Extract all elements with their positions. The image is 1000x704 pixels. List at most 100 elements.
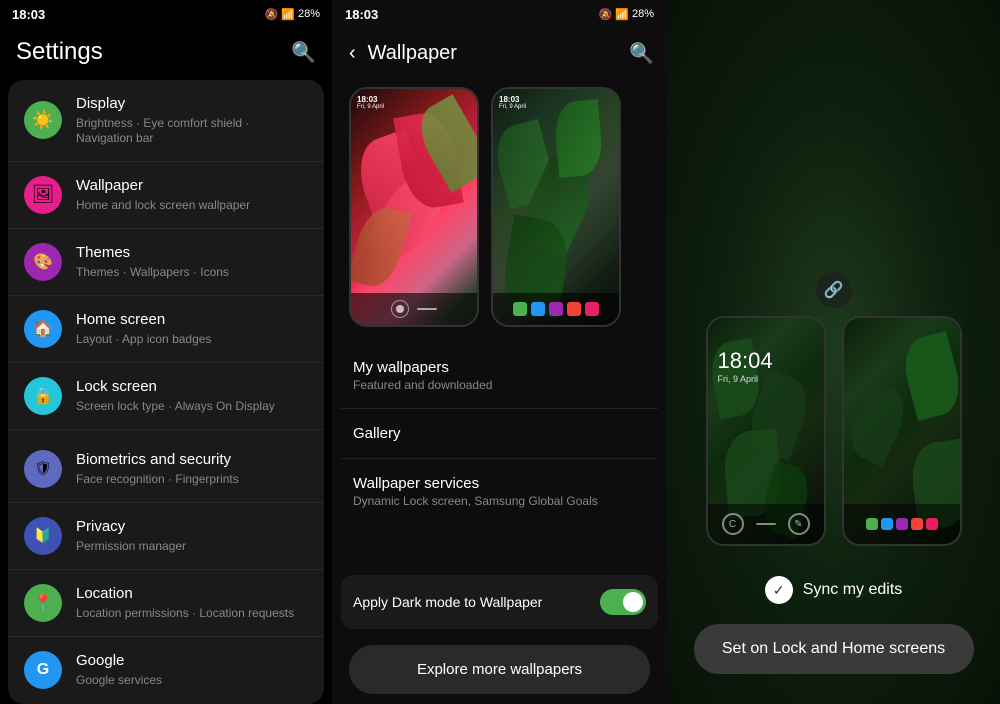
settings-item-location[interactable]: 📍 Location Location permissions · Locati…: [8, 570, 324, 637]
status-time-1: 18:03: [12, 7, 45, 22]
set-screens-button[interactable]: Set on Lock and Home screens: [694, 624, 974, 674]
phone-preview-lock[interactable]: 18:03 Fri, 9 April: [349, 87, 479, 327]
settings-text-wallpaper: Wallpaper Home and lock screen wallpaper: [76, 176, 308, 213]
settings-list: ☀️ Display Brightness · Eye comfort shie…: [8, 80, 324, 704]
sync-label: Sync my edits: [803, 581, 903, 599]
wallpaper-title-label: Wallpaper: [76, 176, 308, 196]
dark-mode-label: Apply Dark mode to Wallpaper: [353, 594, 542, 610]
biometrics-icon: 🛡: [24, 450, 62, 488]
preview-lock-info: 18:04 Fri, 9 April: [718, 348, 773, 384]
preview-phone-lock[interactable]: 18:04 Fri, 9 April C ✎: [706, 316, 826, 546]
preview-phone-bottom-lock: C ✎: [708, 504, 824, 544]
home-app-icon-1: [866, 518, 878, 530]
battery-label: 28%: [298, 8, 320, 20]
nav-dot: [396, 305, 404, 313]
wallpaper-panel: 18:03 🔕 📶 28% ‹ Wallpaper 🔍 18:: [333, 0, 667, 704]
phone-time-1: 18:03 Fri, 9 April: [357, 95, 384, 110]
toggle-knob: [623, 592, 643, 612]
preview-edit-icon: ✎: [788, 513, 810, 535]
settings-title: Settings: [16, 38, 103, 66]
preview-phone-home[interactable]: [842, 316, 962, 546]
mute-icon-2: 🔕: [599, 8, 613, 21]
wallpaper-services-sub: Dynamic Lock screen, Samsung Global Goal…: [353, 494, 646, 508]
settings-item-home-screen[interactable]: 🏠 Home screen Layout · App icon badges: [8, 296, 324, 363]
settings-panel: 18:03 🔕 📶 28% Settings 🔍 ☀️ Display Brig…: [0, 0, 333, 704]
phone-status-1: 18:03 Fri, 9 April: [357, 95, 471, 110]
display-icon: ☀️: [24, 101, 62, 139]
settings-text-location: Location Location permissions · Location…: [76, 584, 308, 621]
themes-sub: Themes · Wallpapers · Icons: [76, 265, 308, 281]
my-wallpapers-option[interactable]: My wallpapers Featured and downloaded: [341, 343, 658, 409]
gallery-option[interactable]: Gallery: [341, 409, 658, 459]
dark-mode-row: Apply Dark mode to Wallpaper: [341, 575, 658, 629]
dark-mode-toggle[interactable]: [600, 589, 646, 615]
wallpaper-search-button[interactable]: 🔍: [629, 41, 654, 66]
biometrics-title: Biometrics and security: [76, 450, 308, 470]
preview-lock-time: 18:04: [718, 348, 773, 374]
app-icon-3: [549, 302, 563, 316]
settings-item-wallpaper[interactable]: 🖼 Wallpaper Home and lock screen wallpap…: [8, 162, 324, 229]
settings-item-google[interactable]: G Google Google services: [8, 637, 324, 703]
app-icon-1: [513, 302, 527, 316]
phone-preview-lock-inner: 18:03 Fri, 9 April: [351, 89, 477, 325]
status-time-2: 18:03: [345, 7, 378, 22]
status-bar-2: 18:03 🔕 📶 28%: [333, 0, 666, 28]
sync-check-icon: ✓: [765, 576, 793, 604]
settings-item-lock-screen[interactable]: 🔒 Lock screen Screen lock type · Always …: [8, 363, 324, 430]
home-app-icon-4: [911, 518, 923, 530]
display-sub: Brightness · Eye comfort shield · Naviga…: [76, 116, 308, 147]
settings-item-display[interactable]: ☀️ Display Brightness · Eye comfort shie…: [8, 80, 324, 162]
settings-item-themes[interactable]: 🎨 Themes Themes · Wallpapers · Icons: [8, 229, 324, 296]
settings-item-privacy[interactable]: 🔰 Privacy Permission manager: [8, 503, 324, 570]
phone-bottom-1: [351, 293, 477, 325]
gallery-label: Gallery: [353, 425, 646, 442]
settings-item-biometrics[interactable]: 🛡 Biometrics and security Face recogniti…: [8, 436, 324, 503]
settings-header: Settings 🔍: [0, 28, 332, 80]
settings-text-home: Home screen Layout · App icon badges: [76, 310, 308, 347]
my-wallpapers-label: My wallpapers: [353, 359, 646, 376]
wifi-icon: 📶: [281, 8, 295, 21]
home-app-icon-3: [896, 518, 908, 530]
preview-phones-container: 18:04 Fri, 9 April C ✎: [706, 316, 962, 546]
cam-symbol: C: [729, 519, 736, 530]
wallpaper-services-option[interactable]: Wallpaper services Dynamic Lock screen, …: [341, 459, 658, 524]
back-button[interactable]: ‹: [345, 38, 360, 69]
wallpaper-services-label: Wallpaper services: [353, 475, 646, 492]
status-bar-1: 18:03 🔕 📶 28%: [0, 0, 332, 28]
bottom-nav-bar: [756, 523, 776, 525]
wallpaper-page-title: Wallpaper: [368, 42, 621, 65]
home-app-dock: [866, 518, 938, 530]
settings-text-themes: Themes Themes · Wallpapers · Icons: [76, 243, 308, 280]
lock-screen-icon: 🔒: [24, 377, 62, 415]
wallpaper-icon: 🖼: [24, 176, 62, 214]
nav-bar: [417, 308, 437, 310]
wifi-icon-2: 📶: [615, 8, 629, 21]
settings-text-biometrics: Biometrics and security Face recognition…: [76, 450, 308, 487]
link-icon: 🔗: [816, 272, 852, 308]
settings-text-lock: Lock screen Screen lock type · Always On…: [76, 377, 308, 414]
phone-status-2: 18:03 Fri, 9 April: [499, 95, 613, 110]
preview-lock-date: Fri, 9 April: [718, 374, 773, 384]
preview-phone-bottom-home: [844, 504, 960, 544]
app-icon-5: [585, 302, 599, 316]
privacy-icon: 🔰: [24, 517, 62, 555]
phone-bottom-2: [493, 293, 619, 325]
wallpaper-header: ‹ Wallpaper 🔍: [333, 28, 666, 79]
phone-preview-home[interactable]: 18:03 Fri, 9 April: [491, 87, 621, 327]
home-app-icon-5: [926, 518, 938, 530]
explore-wallpapers-button[interactable]: Explore more wallpapers: [349, 645, 650, 694]
location-icon: 📍: [24, 584, 62, 622]
phone-time-2: 18:03 Fri, 9 April: [499, 95, 526, 110]
biometrics-sub: Face recognition · Fingerprints: [76, 472, 308, 488]
my-wallpapers-sub: Featured and downloaded: [353, 378, 646, 392]
phone-preview-home-inner: 18:03 Fri, 9 April: [493, 89, 619, 325]
home-screen-icon: 🏠: [24, 310, 62, 348]
app-icon-2: [531, 302, 545, 316]
themes-title: Themes: [76, 243, 308, 263]
app-icon-4: [567, 302, 581, 316]
lock-screen-sub: Screen lock type · Always On Display: [76, 399, 308, 415]
app-dock: [513, 302, 599, 316]
display-title: Display: [76, 94, 308, 114]
lock-screen-title: Lock screen: [76, 377, 308, 397]
settings-search-button[interactable]: 🔍: [291, 40, 316, 65]
